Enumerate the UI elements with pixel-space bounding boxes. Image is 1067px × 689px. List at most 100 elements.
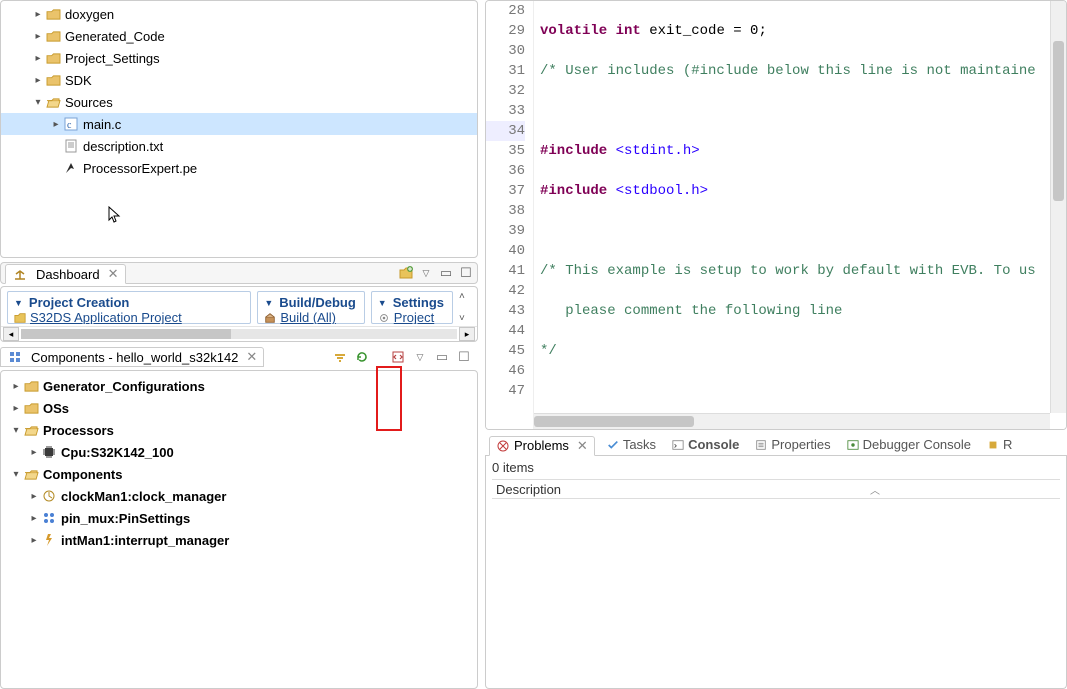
scroll-right-icon[interactable]: ▸ — [459, 327, 475, 341]
components-tabbar: Components - hello_world_s32k142 ✕ ▽ ▭ ☐ — [0, 346, 478, 368]
tab-label: Console — [688, 437, 739, 452]
folder-open-icon — [23, 466, 39, 482]
tree-label: intMan1:interrupt_manager — [61, 533, 229, 548]
folder-icon — [45, 28, 61, 44]
minimize-icon[interactable]: ▭ — [434, 349, 450, 365]
dashboard-hscrollbar[interactable]: ◂ ▸ — [1, 326, 477, 341]
new-project-icon[interactable] — [399, 266, 413, 280]
dash-link-project[interactable]: Project — [378, 310, 434, 324]
sort-indicator-icon: ︿ — [870, 482, 880, 497]
editor-text[interactable]: volatile int exit_code = 0; /* User incl… — [534, 1, 1066, 429]
expand-icon[interactable]: ▸ — [31, 7, 45, 21]
tree-item-description[interactable]: ▸ description.txt — [1, 135, 477, 157]
dash-card-project-creation[interactable]: ▼Project Creation S32DS Application Proj… — [7, 291, 251, 324]
tree-label: pin_mux:PinSettings — [61, 511, 190, 526]
close-icon[interactable]: ✕ — [577, 438, 588, 454]
svg-text:c: c — [67, 120, 72, 131]
tree-label: main.c — [83, 117, 121, 132]
expand-icon[interactable]: ▸ — [9, 379, 23, 393]
tab-console[interactable]: Console — [668, 437, 743, 452]
tab-problems[interactable]: Problems ✕ — [489, 436, 595, 456]
tree-label: doxygen — [65, 7, 114, 22]
tree-label: OSs — [43, 401, 69, 416]
scroll-up-icon[interactable]: ˄ — [459, 291, 471, 302]
tab-debugger-console[interactable]: Debugger Console — [843, 437, 975, 452]
col-description: Description — [496, 482, 561, 497]
editor-vscrollbar[interactable] — [1050, 1, 1066, 413]
expand-icon[interactable]: ▸ — [31, 29, 45, 43]
tree-label: description.txt — [83, 139, 163, 154]
dash-link-label: Project — [394, 310, 434, 324]
comp-item-cpu[interactable]: ▸ Cpu:S32K142_100 — [1, 441, 477, 463]
tree-item-sdk[interactable]: ▸ SDK — [1, 69, 477, 91]
tab-label: Debugger Console — [863, 437, 971, 452]
tree-item-doxygen[interactable]: ▸ doxygen — [1, 3, 477, 25]
filter-icon[interactable] — [332, 349, 348, 365]
expand-icon[interactable]: ▸ — [9, 401, 23, 415]
comp-item-components[interactable]: ▾ Components — [1, 463, 477, 485]
dashboard-tab[interactable]: Dashboard ✕ — [5, 264, 126, 284]
expand-icon[interactable]: ▸ — [27, 445, 41, 459]
expand-icon[interactable]: ▸ — [27, 511, 41, 525]
scroll-left-icon[interactable]: ◂ — [3, 327, 19, 341]
tab-tasks[interactable]: Tasks — [603, 437, 660, 452]
expand-icon[interactable]: ▸ — [27, 489, 41, 503]
folder-open-icon — [45, 94, 61, 110]
interrupt-icon — [41, 532, 57, 548]
problems-count: 0 items — [492, 460, 1060, 479]
expand-icon[interactable]: ▸ — [27, 533, 41, 547]
dash-card-build-debug[interactable]: ▼Build/Debug Build (All) — [257, 291, 364, 324]
collapse-icon[interactable]: ▾ — [9, 423, 23, 437]
view-menu-icon[interactable]: ▽ — [412, 349, 428, 365]
expand-icon[interactable]: ▸ — [31, 73, 45, 87]
dash-card-settings[interactable]: ▼Settings Project — [371, 291, 453, 324]
tree-item-sources[interactable]: ▾ Sources — [1, 91, 477, 113]
minimize-icon[interactable]: ▭ — [439, 266, 453, 280]
collapse-icon[interactable]: ▾ — [31, 95, 45, 109]
tree-item-project-settings[interactable]: ▸ Project_Settings — [1, 47, 477, 69]
components-tree: ▸ Generator_Configurations ▸ OSs ▾ Proce… — [0, 370, 478, 689]
close-icon[interactable]: ✕ — [246, 349, 257, 365]
comp-item-interrupt[interactable]: ▸ intMan1:interrupt_manager — [1, 529, 477, 551]
expand-icon[interactable]: ▸ — [31, 51, 45, 65]
close-icon[interactable]: ✕ — [108, 266, 119, 282]
folder-icon — [45, 6, 61, 22]
tree-item-processor-expert[interactable]: ▸ ProcessorExpert.pe — [1, 157, 477, 179]
expand-icon[interactable]: ▸ — [49, 117, 63, 131]
comp-item-oss[interactable]: ▸ OSs — [1, 397, 477, 419]
folder-open-icon — [23, 422, 39, 438]
problems-panel: 0 items Description ︿ — [485, 456, 1067, 689]
components-tab[interactable]: Components - hello_world_s32k142 ✕ — [0, 347, 264, 367]
tab-label: Tasks — [623, 437, 656, 452]
code-editor[interactable]: 28 29 30 31 32 33 34 35 36 37 38 39 40 4… — [485, 0, 1067, 430]
comp-item-pinmux[interactable]: ▸ pin_mux:PinSettings — [1, 507, 477, 529]
comp-item-generator-configurations[interactable]: ▸ Generator_Configurations — [1, 375, 477, 397]
components-icon — [7, 349, 23, 365]
collapse-icon[interactable]: ▾ — [9, 467, 23, 481]
tree-item-generated-code[interactable]: ▸ Generated_Code — [1, 25, 477, 47]
maximize-icon[interactable]: ☐ — [459, 266, 473, 280]
tree-label: SDK — [65, 73, 92, 88]
generate-code-icon[interactable] — [390, 349, 406, 365]
tree-label: Cpu:S32K142_100 — [61, 445, 174, 460]
tree-item-main-c[interactable]: ▸ c main.c — [1, 113, 477, 135]
tab-label: Properties — [771, 437, 830, 452]
scroll-down-icon[interactable]: ˅ — [459, 313, 471, 324]
pins-icon — [41, 510, 57, 526]
maximize-icon[interactable]: ☐ — [456, 349, 472, 365]
comp-item-processors[interactable]: ▾ Processors — [1, 419, 477, 441]
tab-r[interactable]: R — [983, 437, 1016, 452]
comp-item-clock[interactable]: ▸ clockMan1:clock_manager — [1, 485, 477, 507]
tab-properties[interactable]: Properties — [751, 437, 834, 452]
editor-hscrollbar[interactable] — [534, 413, 1050, 429]
editor-gutter: 28 29 30 31 32 33 34 35 36 37 38 39 40 4… — [486, 1, 534, 429]
dash-header-label: Settings — [393, 295, 444, 310]
tree-label: Sources — [65, 95, 113, 110]
view-menu-icon[interactable]: ▽ — [419, 266, 433, 280]
dash-link-app-project[interactable]: S32DS Application Project — [14, 310, 182, 324]
problems-columns[interactable]: Description ︿ — [492, 479, 1060, 499]
bottom-tabbar: Problems ✕ Tasks Console Properties Debu… — [485, 434, 1067, 456]
dash-link-build-all[interactable]: Build (All) — [264, 310, 336, 324]
refresh-icon[interactable] — [354, 349, 370, 365]
dashboard-body: ▼Project Creation S32DS Application Proj… — [0, 286, 478, 342]
